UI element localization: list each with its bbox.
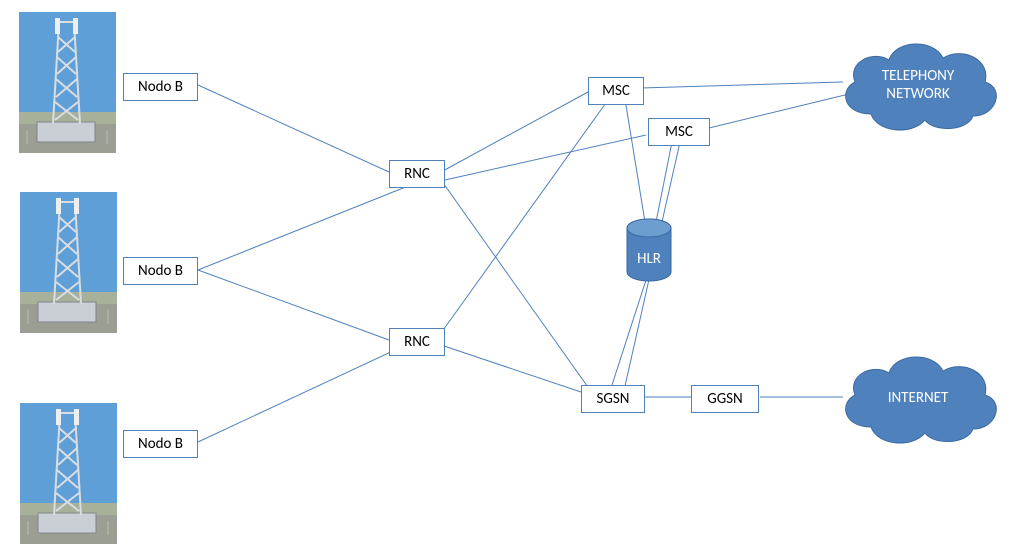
label-nodo-b-2: Nodo B	[123, 257, 198, 285]
label-sgsn: SGSN	[581, 385, 645, 413]
label-nodo-b-3: Nodo B	[123, 430, 198, 458]
tower-image-1	[19, 12, 116, 153]
diagram-canvas: Nodo B Nodo B Nodo B RNC RNC MSC MSC SGS…	[0, 0, 1024, 557]
label-ggsn: GGSN	[691, 385, 759, 413]
hlr-database: HLR	[625, 218, 673, 282]
telephony-label: TELEPHONY NETWORK	[882, 67, 954, 103]
tower-image-3	[20, 403, 117, 544]
internet-label: INTERNET	[888, 389, 949, 407]
label-msc-2: MSC	[648, 118, 710, 146]
hlr-label: HLR	[625, 250, 673, 268]
label-msc-1: MSC	[588, 77, 644, 105]
tower-image-2	[20, 192, 117, 333]
label-rnc-1: RNC	[389, 160, 445, 188]
internet-cloud: INTERNET	[833, 345, 1003, 451]
label-rnc-2: RNC	[389, 328, 445, 356]
label-nodo-b-1: Nodo B	[123, 73, 198, 101]
telephony-cloud: TELEPHONY NETWORK	[833, 32, 1003, 138]
